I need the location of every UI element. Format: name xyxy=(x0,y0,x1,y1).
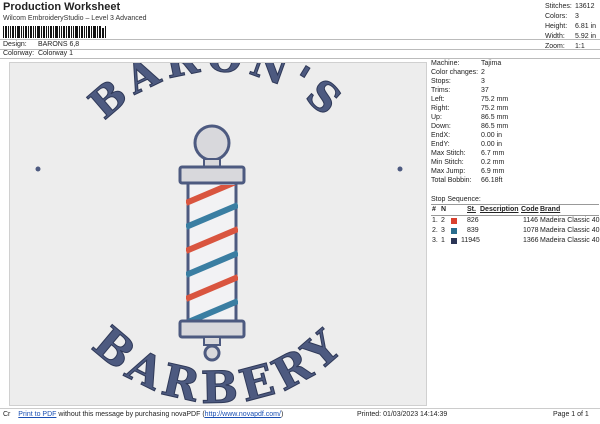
info-row: Min Stitch: 0.2 mm xyxy=(431,159,505,166)
color-swatch xyxy=(451,238,457,244)
right-dot xyxy=(397,166,403,172)
stat-height: Height: 6.81 in xyxy=(545,23,597,30)
header-divider xyxy=(0,58,600,59)
info-row: Stops: 3 xyxy=(431,78,485,85)
software-subtitle: Wilcom EmbroideryStudio – Level 3 Advanc… xyxy=(3,15,147,22)
info-row: Right: 75.2 mm xyxy=(431,105,509,112)
stop-sequence-title: Stop Sequence: xyxy=(431,195,599,205)
top-arc-text: BARON'S xyxy=(80,63,354,128)
info-row: Max Jump: 6.9 mm xyxy=(431,168,505,175)
info-row: Color changes: 2 xyxy=(431,69,485,76)
info-row: Up: 86.5 mm xyxy=(431,114,509,121)
info-row: Max Stitch: 6.7 mm xyxy=(431,150,505,157)
colorway-label: Colorway: xyxy=(3,50,35,57)
stop-row: 3. 1 11945 1366 Madeira Classic 40 xyxy=(432,237,600,244)
novapdf-url-link[interactable]: http://www.novapdf.com/ xyxy=(205,411,281,418)
page-number: Page 1 of 1 xyxy=(553,411,589,418)
embroidery-artwork: BARON'S BARBERY xyxy=(35,63,403,405)
stop-sequence-table: Stop Sequence: # N St. Description Code … xyxy=(431,195,600,246)
design-label: Design: xyxy=(3,41,27,48)
design-value: BARONS 6,8 xyxy=(37,41,80,48)
left-dot xyxy=(35,166,41,172)
colorway-value: Colorway 1 xyxy=(37,50,73,57)
stat-zoom: Zoom: 1:1 xyxy=(545,43,585,50)
stat-stitches: Stitches: 13612 xyxy=(545,3,595,10)
machine-info: Machine: Tajima Color changes: 2 Stops: 3 T… xyxy=(431,59,508,185)
worksheet-title: Production Worksheet xyxy=(3,1,121,13)
stat-width: Width: 5.92 in xyxy=(545,33,597,40)
info-row: EndX: 0.00 in xyxy=(431,132,503,139)
color-swatch xyxy=(451,228,457,234)
footer-left: Cr Print to PDF without this message by … xyxy=(3,411,284,418)
design-row: Design: BARONS 6,8 xyxy=(3,41,79,48)
footer-divider xyxy=(0,408,600,409)
color-swatch xyxy=(451,218,457,224)
design-stats: Stitches: 13612 Colors: 3 Height: 6.81 in W… xyxy=(545,2,596,52)
printed-timestamp: Printed: 01/03/2023 14:14:39 xyxy=(357,411,448,418)
info-row: Machine: Tajima xyxy=(431,60,502,67)
header-divider xyxy=(0,49,600,50)
stop-row: 2. 3 839 1078 Madeira Classic 40 xyxy=(432,227,600,234)
colorway-row: Colorway: Colorway 1 xyxy=(3,50,73,57)
top-arc-textpath: BARON'S xyxy=(79,63,348,129)
stop-sequence-header: # N St. Description Code Brand xyxy=(431,205,599,216)
barcode-image xyxy=(3,26,106,38)
design-preview: BARON'S BARBERY xyxy=(9,62,427,406)
header-divider xyxy=(0,39,600,40)
info-row: Total Bobbin: 66.18ft xyxy=(431,177,503,184)
stat-colors: Colors: 3 xyxy=(545,13,579,20)
info-row: Trims: 37 xyxy=(431,87,489,94)
info-row: Left: 75.2 mm xyxy=(431,96,509,103)
print-to-pdf-link[interactable]: Print to PDF xyxy=(18,411,56,418)
info-row: EndY: 0.00 in xyxy=(431,141,503,148)
barber-pole-icon xyxy=(178,124,246,362)
stop-row: 1. 2 826 1146 Madeira Classic 40 xyxy=(432,217,600,224)
info-row: Down: 86.5 mm xyxy=(431,123,509,130)
